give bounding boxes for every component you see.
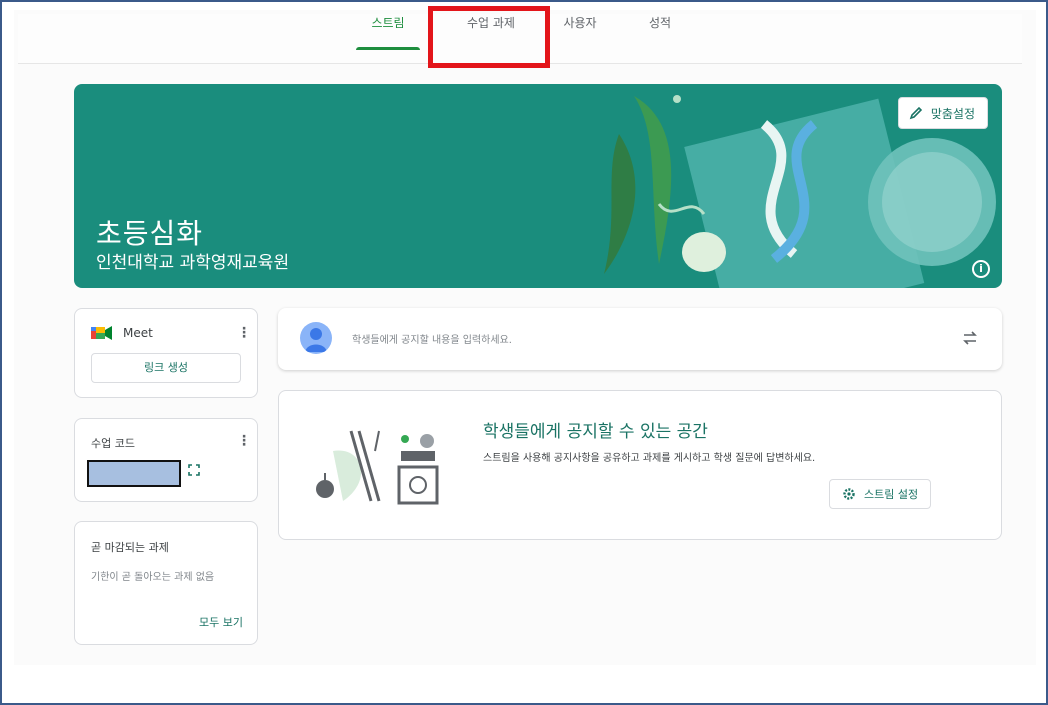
info-icon[interactable]: i — [972, 260, 990, 278]
tab-stream[interactable]: 스트림 — [356, 12, 420, 50]
pencil-icon — [909, 106, 922, 120]
customize-button[interactable]: 맞춤설정 — [897, 97, 988, 129]
create-link-button[interactable]: 링크 생성 — [91, 353, 241, 383]
class-title: 초등심화 — [96, 217, 204, 250]
upcoming-empty-text: 기한이 곧 돌아오는 과제 없음 — [91, 572, 215, 583]
tab-people-label: 사용자 — [563, 16, 597, 30]
upcoming-title: 곧 마감되는 과제 — [91, 541, 169, 554]
class-code-card: 수업 코드 ⋮ — [74, 418, 258, 502]
class-code-label: 수업 코드 — [91, 437, 135, 450]
meet-logo-icon — [91, 326, 112, 340]
class-subtitle: 인천대학교 과학영재교육원 — [96, 253, 290, 273]
tab-grades-label: 성적 — [648, 16, 672, 30]
stream-settings-button[interactable]: 스트림 설정 — [829, 479, 932, 509]
announce-placeholder[interactable]: 학생들에게 공지할 내용을 입력하세요. — [352, 331, 512, 346]
empty-state-title: 학생들에게 공지할 수 있는 공간 — [483, 422, 708, 442]
meet-header: Meet — [91, 325, 153, 341]
announce-box[interactable]: 학생들에게 공지할 내용을 입력하세요. — [278, 308, 1002, 370]
meet-label: Meet — [123, 326, 153, 340]
empty-state-description: 스트림을 사용해 공지사항을 공유하고 과제를 게시하고 학생 질문에 답변하세… — [483, 453, 816, 464]
tab-grades[interactable]: 성적 — [640, 12, 680, 50]
tab-stream-label: 스트림 — [371, 16, 405, 30]
meet-more-icon[interactable]: ⋮ — [237, 325, 251, 341]
view-all-link[interactable]: 모두 보기 — [199, 614, 243, 630]
meet-card: Meet ⋮ 링크 생성 — [74, 308, 258, 398]
upcoming-card: 곧 마감되는 과제 기한이 곧 돌아오는 과제 없음 모두 보기 — [74, 521, 258, 645]
tab-people[interactable]: 사용자 — [556, 12, 604, 50]
fullscreen-icon[interactable] — [187, 463, 201, 477]
gear-icon — [843, 488, 855, 500]
class-code-redacted — [87, 460, 181, 487]
stream-illustration — [316, 430, 439, 505]
highlight-annotation-box — [428, 6, 550, 68]
customize-label: 맞춤설정 — [930, 106, 975, 121]
stream-settings-label: 스트림 설정 — [864, 488, 919, 501]
stream-empty-state: 학생들에게 공지할 수 있는 공간 스트림을 사용해 공지사항을 공유하고 과제… — [278, 390, 1002, 540]
active-tab-underline — [356, 47, 420, 50]
repost-icon[interactable] — [960, 328, 980, 348]
class-code-more-icon[interactable]: ⋮ — [237, 433, 251, 449]
class-banner: 초등심화 인천대학교 과학영재교육원 맞춤설정 i — [74, 84, 1002, 288]
avatar — [300, 322, 332, 354]
